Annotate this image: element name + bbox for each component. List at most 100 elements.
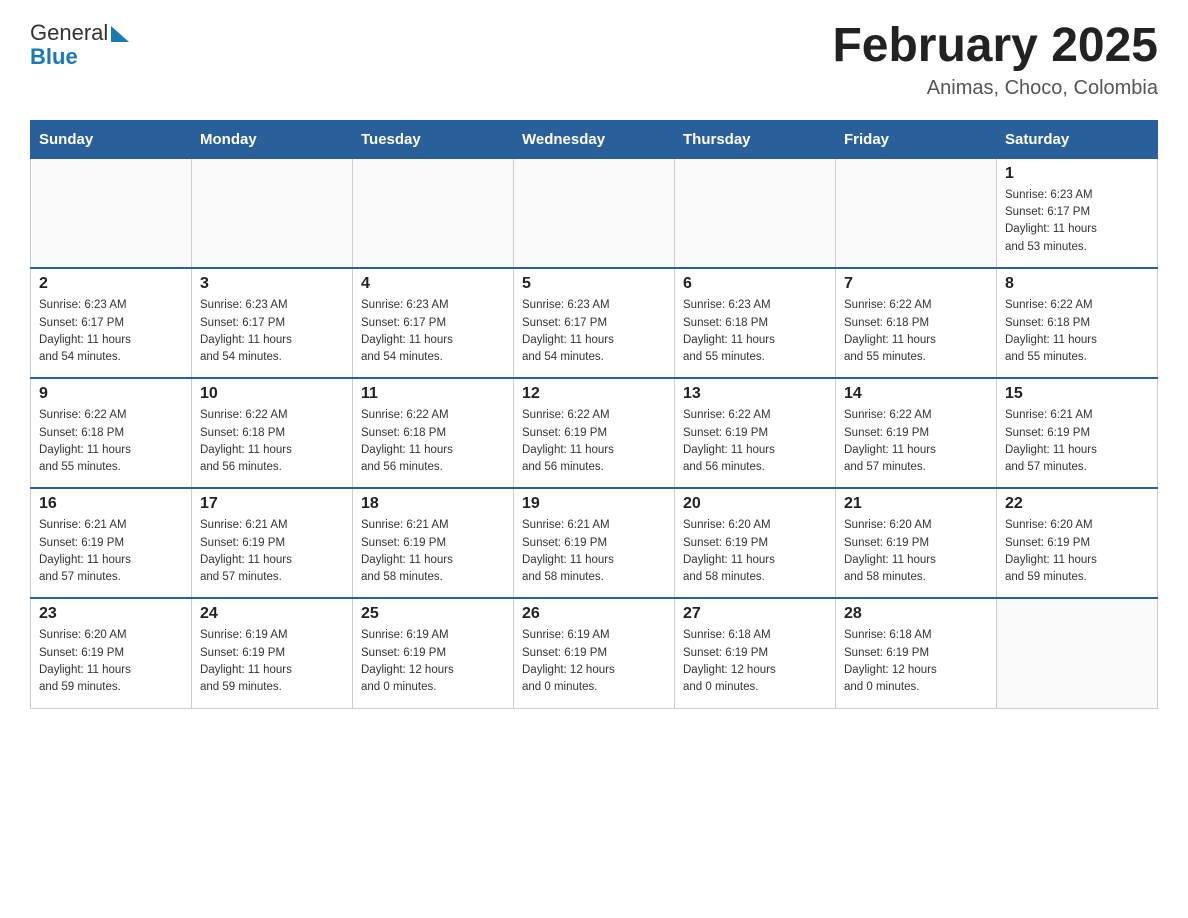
- calendar-cell: 3 Sunrise: 6:23 AMSunset: 6:17 PMDaylight…: [192, 268, 353, 378]
- day-info: Sunrise: 6:22 AMSunset: 6:18 PMDaylight:…: [1005, 297, 1149, 366]
- calendar-cell: 26 Sunrise: 6:19 AMSunset: 6:19 PMDayligh…: [514, 598, 675, 708]
- calendar-cell: [31, 158, 192, 268]
- calendar-header-monday: Monday: [192, 120, 353, 158]
- day-info: Sunrise: 6:20 AMSunset: 6:19 PMDaylight:…: [1005, 517, 1149, 586]
- calendar-week-row: 16 Sunrise: 6:21 AMSunset: 6:19 PMDayligh…: [31, 488, 1158, 598]
- day-number: 4: [361, 275, 505, 293]
- calendar-cell: 20 Sunrise: 6:20 AMSunset: 6:19 PMDayligh…: [675, 488, 836, 598]
- calendar-week-row: 23 Sunrise: 6:20 AMSunset: 6:19 PMDayligh…: [31, 598, 1158, 708]
- day-info: Sunrise: 6:23 AMSunset: 6:18 PMDaylight:…: [683, 297, 827, 366]
- day-info: Sunrise: 6:20 AMSunset: 6:19 PMDaylight:…: [844, 517, 988, 586]
- day-info: Sunrise: 6:22 AMSunset: 6:19 PMDaylight:…: [522, 407, 666, 476]
- day-info: Sunrise: 6:21 AMSunset: 6:19 PMDaylight:…: [1005, 407, 1149, 476]
- day-info: Sunrise: 6:22 AMSunset: 6:18 PMDaylight:…: [200, 407, 344, 476]
- calendar-cell: 17 Sunrise: 6:21 AMSunset: 6:19 PMDayligh…: [192, 488, 353, 598]
- calendar-title: February 2025: [832, 20, 1158, 73]
- day-number: 3: [200, 275, 344, 293]
- calendar-cell: 27Sunrise: 6:18 AMSunset: 6:19 PMDayligh…: [675, 598, 836, 708]
- day-number: 28: [844, 605, 988, 623]
- calendar-header-friday: Friday: [836, 120, 997, 158]
- title-block: February 2025 Animas, Choco, Colombia: [832, 20, 1158, 100]
- day-number: 24: [200, 605, 344, 623]
- calendar-cell: 24 Sunrise: 6:19 AMSunset: 6:19 PMDayligh…: [192, 598, 353, 708]
- calendar-cell: 13Sunrise: 6:22 AMSunset: 6:19 PMDayligh…: [675, 378, 836, 488]
- day-info: Sunrise: 6:18 AMSunset: 6:19 PMDaylight:…: [844, 627, 988, 696]
- day-number: 10: [200, 385, 344, 403]
- day-info: Sunrise: 6:21 AMSunset: 6:19 PMDaylight:…: [200, 517, 344, 586]
- day-number: 1: [1005, 165, 1149, 183]
- day-number: 22: [1005, 495, 1149, 513]
- calendar-cell: 19Sunrise: 6:21 AMSunset: 6:19 PMDayligh…: [514, 488, 675, 598]
- calendar-cell: 7 Sunrise: 6:22 AMSunset: 6:18 PMDaylight…: [836, 268, 997, 378]
- calendar-header-sunday: Sunday: [31, 120, 192, 158]
- calendar-cell: 15 Sunrise: 6:21 AMSunset: 6:19 PMDayligh…: [997, 378, 1158, 488]
- day-info: Sunrise: 6:21 AMSunset: 6:19 PMDaylight:…: [39, 517, 183, 586]
- day-info: Sunrise: 6:22 AMSunset: 6:18 PMDaylight:…: [844, 297, 988, 366]
- calendar-cell: 6 Sunrise: 6:23 AMSunset: 6:18 PMDaylight…: [675, 268, 836, 378]
- calendar-cell: 23 Sunrise: 6:20 AMSunset: 6:19 PMDayligh…: [31, 598, 192, 708]
- logo: General Blue: [30, 20, 129, 70]
- calendar-cell: [192, 158, 353, 268]
- day-info: Sunrise: 6:20 AMSunset: 6:19 PMDaylight:…: [39, 627, 183, 696]
- page-header: General Blue February 2025 Animas, Choco…: [30, 20, 1158, 100]
- day-info: Sunrise: 6:23 AMSunset: 6:17 PMDaylight:…: [1005, 187, 1149, 256]
- day-info: Sunrise: 6:21 AMSunset: 6:19 PMDaylight:…: [361, 517, 505, 586]
- day-info: Sunrise: 6:23 AMSunset: 6:17 PMDaylight:…: [361, 297, 505, 366]
- day-info: Sunrise: 6:20 AMSunset: 6:19 PMDaylight:…: [683, 517, 827, 586]
- calendar-cell: [675, 158, 836, 268]
- day-number: 21: [844, 495, 988, 513]
- calendar-cell: 1 Sunrise: 6:23 AMSunset: 6:17 PMDaylight…: [997, 158, 1158, 268]
- day-number: 7: [844, 275, 988, 293]
- logo-general-text: General: [30, 20, 108, 46]
- calendar-header-thursday: Thursday: [675, 120, 836, 158]
- day-number: 23: [39, 605, 183, 623]
- calendar-cell: [997, 598, 1158, 708]
- day-info: Sunrise: 6:22 AMSunset: 6:18 PMDaylight:…: [39, 407, 183, 476]
- calendar-cell: 21 Sunrise: 6:20 AMSunset: 6:19 PMDayligh…: [836, 488, 997, 598]
- calendar-header-wednesday: Wednesday: [514, 120, 675, 158]
- day-number: 11: [361, 385, 505, 403]
- calendar-cell: 16 Sunrise: 6:21 AMSunset: 6:19 PMDayligh…: [31, 488, 192, 598]
- logo-blue-text: Blue: [30, 44, 78, 70]
- day-info: Sunrise: 6:19 AMSunset: 6:19 PMDaylight:…: [361, 627, 505, 696]
- day-number: 5: [522, 275, 666, 293]
- logo-arrow-icon: [111, 26, 129, 42]
- calendar-cell: 11Sunrise: 6:22 AMSunset: 6:18 PMDayligh…: [353, 378, 514, 488]
- day-info: Sunrise: 6:23 AMSunset: 6:17 PMDaylight:…: [39, 297, 183, 366]
- calendar-header-row: SundayMondayTuesdayWednesdayThursdayFrid…: [31, 120, 1158, 158]
- calendar-header-saturday: Saturday: [997, 120, 1158, 158]
- calendar-table: SundayMondayTuesdayWednesdayThursdayFrid…: [30, 120, 1158, 709]
- calendar-subtitle: Animas, Choco, Colombia: [832, 77, 1158, 100]
- day-number: 9: [39, 385, 183, 403]
- day-number: 2: [39, 275, 183, 293]
- day-info: Sunrise: 6:18 AMSunset: 6:19 PMDaylight:…: [683, 627, 827, 696]
- calendar-cell: 9 Sunrise: 6:22 AMSunset: 6:18 PMDaylight…: [31, 378, 192, 488]
- day-number: 17: [200, 495, 344, 513]
- calendar-week-row: 2 Sunrise: 6:23 AMSunset: 6:17 PMDaylight…: [31, 268, 1158, 378]
- day-number: 15: [1005, 385, 1149, 403]
- calendar-cell: 22 Sunrise: 6:20 AMSunset: 6:19 PMDayligh…: [997, 488, 1158, 598]
- calendar-week-row: 1 Sunrise: 6:23 AMSunset: 6:17 PMDaylight…: [31, 158, 1158, 268]
- calendar-cell: 10 Sunrise: 6:22 AMSunset: 6:18 PMDayligh…: [192, 378, 353, 488]
- day-info: Sunrise: 6:23 AMSunset: 6:17 PMDaylight:…: [522, 297, 666, 366]
- day-info: Sunrise: 6:22 AMSunset: 6:19 PMDaylight:…: [844, 407, 988, 476]
- day-number: 19: [522, 495, 666, 513]
- day-info: Sunrise: 6:19 AMSunset: 6:19 PMDaylight:…: [200, 627, 344, 696]
- calendar-cell: 2 Sunrise: 6:23 AMSunset: 6:17 PMDaylight…: [31, 268, 192, 378]
- day-number: 18: [361, 495, 505, 513]
- calendar-cell: 12 Sunrise: 6:22 AMSunset: 6:19 PMDayligh…: [514, 378, 675, 488]
- day-number: 6: [683, 275, 827, 293]
- day-info: Sunrise: 6:19 AMSunset: 6:19 PMDaylight:…: [522, 627, 666, 696]
- day-number: 20: [683, 495, 827, 513]
- calendar-cell: [514, 158, 675, 268]
- calendar-cell: 25Sunrise: 6:19 AMSunset: 6:19 PMDayligh…: [353, 598, 514, 708]
- day-number: 26: [522, 605, 666, 623]
- day-number: 16: [39, 495, 183, 513]
- calendar-cell: 8Sunrise: 6:22 AMSunset: 6:18 PMDaylight…: [997, 268, 1158, 378]
- day-info: Sunrise: 6:23 AMSunset: 6:17 PMDaylight:…: [200, 297, 344, 366]
- calendar-cell: 14 Sunrise: 6:22 AMSunset: 6:19 PMDayligh…: [836, 378, 997, 488]
- calendar-week-row: 9 Sunrise: 6:22 AMSunset: 6:18 PMDaylight…: [31, 378, 1158, 488]
- day-number: 14: [844, 385, 988, 403]
- calendar-cell: [353, 158, 514, 268]
- day-number: 12: [522, 385, 666, 403]
